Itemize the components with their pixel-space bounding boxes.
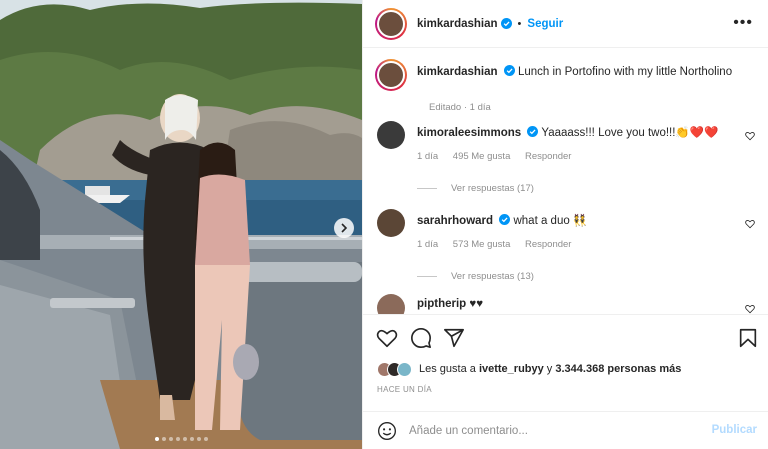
carousel-dot — [175, 437, 180, 441]
likes-conjunction: y — [543, 363, 556, 375]
instagram-post: kimkardashian • Seguir ••• kimkardashian… — [0, 0, 768, 449]
more-options-icon[interactable]: ••• — [733, 15, 753, 31]
post-header: kimkardashian • Seguir ••• — [363, 0, 768, 48]
comment-meta: 1 día 573 Me gusta Responder — [417, 239, 583, 250]
caption-avatar[interactable] — [375, 59, 407, 91]
carousel-dot — [196, 437, 201, 441]
comment-text: Yaaaass!!! Love you two!!!👏❤️❤️ — [541, 127, 719, 139]
like-heart-icon[interactable] — [376, 327, 398, 349]
comment-text: what a duo 👯 — [513, 215, 588, 227]
comment-bubble-icon[interactable] — [410, 327, 432, 349]
commenter-avatar[interactable] — [377, 121, 405, 149]
view-replies-label: Ver respuestas (13) — [451, 271, 534, 282]
carousel-dot — [189, 437, 194, 441]
header-separator: • — [517, 17, 522, 30]
post-photo[interactable] — [0, 0, 362, 449]
liker-avatar[interactable] — [397, 361, 412, 377]
follow-button[interactable]: Seguir — [527, 18, 563, 30]
verified-badge-icon — [499, 214, 511, 225]
reply-button[interactable]: Responder — [525, 151, 571, 162]
likes-summary: Les gusta a ivette_rubyy y 3.344.368 per… — [377, 359, 681, 379]
comment-likes[interactable]: 495 Me gusta — [453, 151, 511, 162]
caption-meta: Editado · 1 día — [429, 102, 491, 113]
reply-button[interactable]: Responder — [525, 239, 571, 250]
post-timestamp[interactable]: Hace un día — [377, 385, 432, 394]
post-actions-bar — [363, 314, 768, 359]
caption-username[interactable]: kimkardashian — [417, 66, 498, 78]
carousel-indicator — [0, 437, 362, 441]
view-replies-label: Ver respuestas (17) — [451, 183, 534, 194]
carousel-dot — [203, 437, 208, 441]
comment-age: 1 día — [417, 239, 439, 250]
comment-text-line: sarahrhoward what a duo 👯 — [417, 213, 737, 227]
author-username[interactable]: kimkardashian — [417, 18, 498, 30]
emoji-smiley-icon[interactable] — [377, 421, 397, 441]
replies-divider — [417, 276, 437, 277]
comment-input[interactable] — [409, 424, 689, 437]
carousel-dot — [161, 437, 166, 441]
commenter-username[interactable]: kimoraleesimmons — [417, 127, 521, 139]
post-side-panel: kimkardashian • Seguir ••• kimkardashian… — [362, 0, 768, 449]
carousel-next-button[interactable] — [334, 218, 354, 238]
caption-text-line: kimkardashian Lunch in Portofino with my… — [417, 65, 757, 79]
author-avatar[interactable] — [375, 7, 407, 40]
verified-badge-icon — [500, 18, 512, 29]
like-comment-heart-icon[interactable] — [745, 304, 755, 314]
commenter-avatar[interactable] — [377, 209, 405, 237]
commenter-username[interactable]: piptherip — [417, 298, 466, 310]
caption-text: Lunch in Portofino with my little Northo… — [517, 66, 733, 78]
liker-username[interactable]: ivette_rubyy — [479, 363, 544, 375]
likes-count[interactable]: 3.344.368 personas más — [555, 363, 681, 375]
comment-meta: 1 día 495 Me gusta Responder — [417, 151, 583, 162]
likes-text: Les gusta a ivette_rubyy y 3.344.368 per… — [419, 363, 681, 375]
like-comment-heart-icon[interactable] — [745, 219, 755, 229]
verified-badge-icon — [503, 65, 515, 76]
add-comment-bar: Publicar — [363, 411, 768, 449]
replies-divider — [417, 188, 437, 189]
comment-text-line: kimoraleesimmons Yaaaass!!! Love you two… — [417, 125, 737, 139]
comment-text-line: piptherip ♥♥ — [417, 298, 737, 310]
carousel-dot — [168, 437, 173, 441]
share-paper-plane-icon[interactable] — [443, 327, 465, 349]
commenter-username[interactable]: sarahrhoward — [417, 215, 493, 227]
like-comment-heart-icon[interactable] — [745, 131, 755, 141]
comments-list[interactable]: kimkardashian Lunch in Portofino with my… — [363, 49, 768, 314]
verified-badge-icon — [527, 126, 539, 137]
comment-likes[interactable]: 573 Me gusta — [453, 239, 511, 250]
comment-text: ♥♥ — [469, 298, 484, 310]
photo-scene — [0, 0, 362, 449]
likes-prefix: Les gusta a — [419, 363, 479, 375]
save-bookmark-icon[interactable] — [737, 327, 759, 349]
chevron-right-icon — [341, 223, 348, 233]
publish-button[interactable]: Publicar — [712, 424, 757, 436]
commenter-avatar[interactable] — [377, 294, 405, 314]
view-replies-button[interactable]: Ver respuestas (13) — [417, 271, 534, 282]
carousel-dot — [154, 437, 159, 441]
carousel-dot — [182, 437, 187, 441]
comment-age: 1 día — [417, 151, 439, 162]
view-replies-button[interactable]: Ver respuestas (17) — [417, 183, 534, 194]
